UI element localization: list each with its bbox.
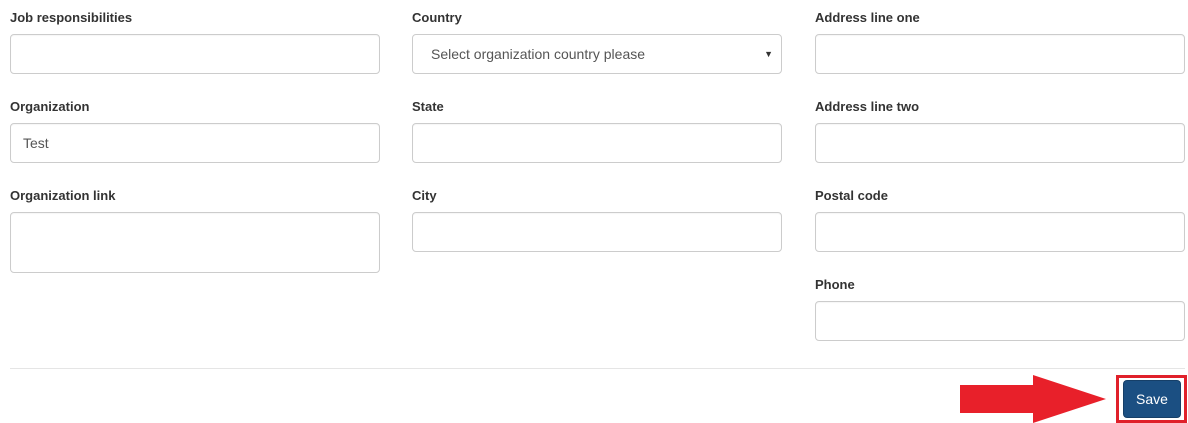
- organization-input[interactable]: Test: [10, 123, 380, 163]
- save-button[interactable]: Save: [1123, 380, 1181, 418]
- caret-down-icon: ▼: [764, 49, 773, 59]
- postal-code-input[interactable]: [815, 212, 1185, 252]
- job-responsibilities-input[interactable]: [10, 34, 380, 74]
- organization-link-textarea[interactable]: [10, 212, 380, 273]
- postal-code-label: Postal code: [815, 188, 888, 203]
- city-label: City: [412, 188, 437, 203]
- phone-input[interactable]: [815, 301, 1185, 341]
- address-line-two-label: Address line two: [815, 99, 920, 114]
- address-line-one-label: Address line one: [815, 10, 920, 25]
- organization-link-label: Organization link: [10, 188, 116, 203]
- profile-form: Job responsibilities Organization Test O…: [0, 0, 1188, 423]
- address-line-one-input[interactable]: [815, 34, 1185, 74]
- city-input[interactable]: [412, 212, 782, 252]
- state-label: State: [412, 99, 444, 114]
- job-responsibilities-label: Job responsibilities: [10, 10, 133, 25]
- form-divider: [10, 368, 1185, 369]
- country-select[interactable]: Select organization country please ▼: [412, 34, 782, 74]
- phone-label: Phone: [815, 277, 855, 292]
- arrow-right-icon: [960, 375, 1106, 423]
- address-line-two-input[interactable]: [815, 123, 1185, 163]
- organization-label: Organization: [10, 99, 90, 114]
- state-input[interactable]: [412, 123, 782, 163]
- country-label: Country: [412, 10, 462, 25]
- country-selected-value: Select organization country please: [431, 46, 646, 62]
